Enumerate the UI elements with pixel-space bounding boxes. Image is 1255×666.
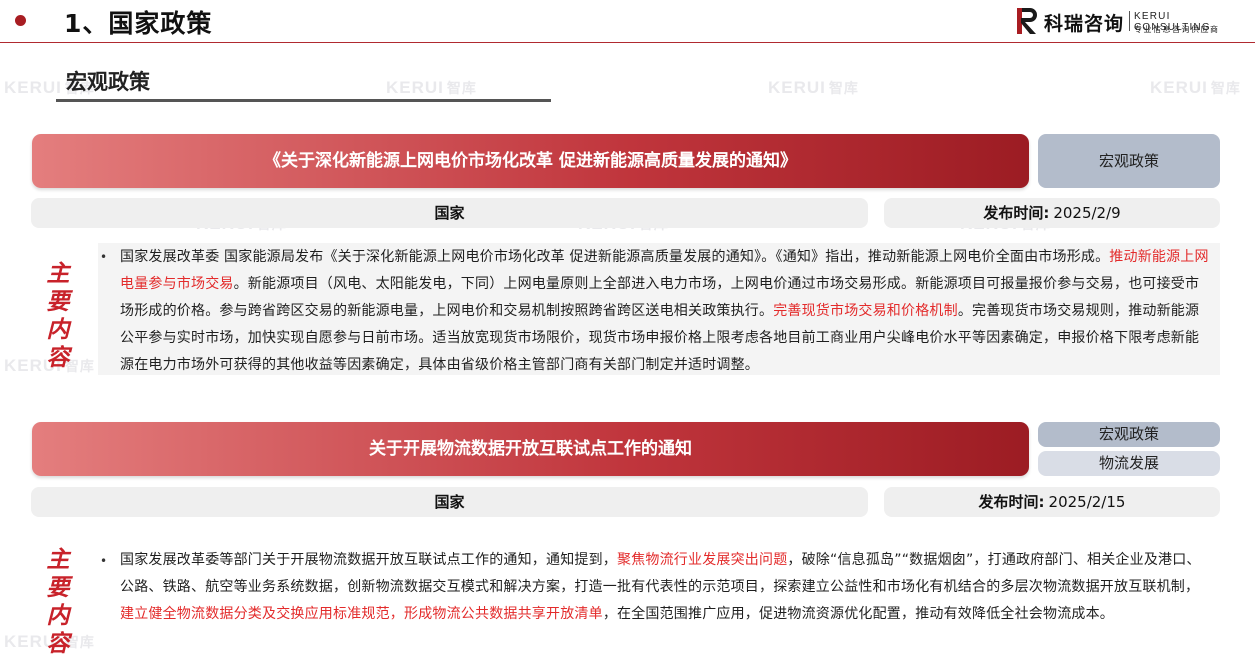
policy-title-banner: 《关于深化新能源上网电价市场化改革 促进新能源高质量发展的通知》 xyxy=(32,134,1029,188)
policy-title-banner: 关于开展物流数据开放互联试点工作的通知 xyxy=(32,422,1029,476)
highlight-text: 建立健全物流数据分类及交换应用标准规范，形成物流公共数据共享开放清单 xyxy=(120,606,603,622)
logo-text-cn: 科瑞咨询 xyxy=(1044,13,1125,35)
date-label: 发布时间: xyxy=(978,493,1045,511)
logo-tagline: 专业信息咨询供应商 xyxy=(1134,25,1220,34)
policy-title: 关于开展物流数据开放互联试点工作的通知 xyxy=(369,439,692,459)
page-title: 1、国家政策 xyxy=(64,9,213,38)
bullet-icon: • xyxy=(100,554,108,568)
company-logo: 科瑞咨询 KERUI CONSULTING 专业信息咨询供应商 xyxy=(1017,6,1247,36)
policy-country: 国家 xyxy=(31,198,868,228)
kerui-logo-icon xyxy=(1017,8,1037,34)
watermark: KERUI智库 xyxy=(768,78,859,97)
policy-country: 国家 xyxy=(31,487,868,517)
policy-tag: 宏观政策 xyxy=(1038,422,1220,447)
logo-separator xyxy=(1129,11,1130,31)
main-content-label: 主 要 内 容 xyxy=(46,260,70,371)
policy-content: 国家发展改革委 国家能源局发布《关于深化新能源上网电价市场化改革 促进新能源高质… xyxy=(120,249,1209,373)
policy-tag: 物流发展 xyxy=(1038,451,1220,476)
date-value: 2025/2/9 xyxy=(1053,204,1121,222)
watermark: KERUI智库 xyxy=(1150,78,1241,97)
section-underline xyxy=(56,99,551,102)
highlight-text: 聚焦物流行业发展突出问题 xyxy=(617,552,788,568)
date-label: 发布时间: xyxy=(983,204,1050,222)
main-content-label: 主 要 内 容 xyxy=(46,546,70,657)
policy-title: 《关于深化新能源上网电价市场化改革 促进新能源高质量发展的通知》 xyxy=(264,151,797,171)
bullet-icon: • xyxy=(100,250,108,264)
highlight-text: 完善现货市场交易和价格机制 xyxy=(773,303,958,319)
section-title: 宏观政策 xyxy=(66,70,150,94)
header-bullet-dot xyxy=(15,15,26,26)
policy-date: 发布时间: 2025/2/9 xyxy=(884,198,1220,228)
date-value: 2025/2/15 xyxy=(1048,493,1126,511)
policy-content: 国家发展改革委等部门关于开展物流数据开放互联试点工作的通知，通知提到，聚焦物流行… xyxy=(120,552,1201,622)
header-divider xyxy=(0,42,1255,43)
policy-date: 发布时间: 2025/2/15 xyxy=(884,487,1220,517)
policy-tag: 宏观政策 xyxy=(1038,134,1220,188)
watermark: KERUI智库 xyxy=(386,78,477,97)
